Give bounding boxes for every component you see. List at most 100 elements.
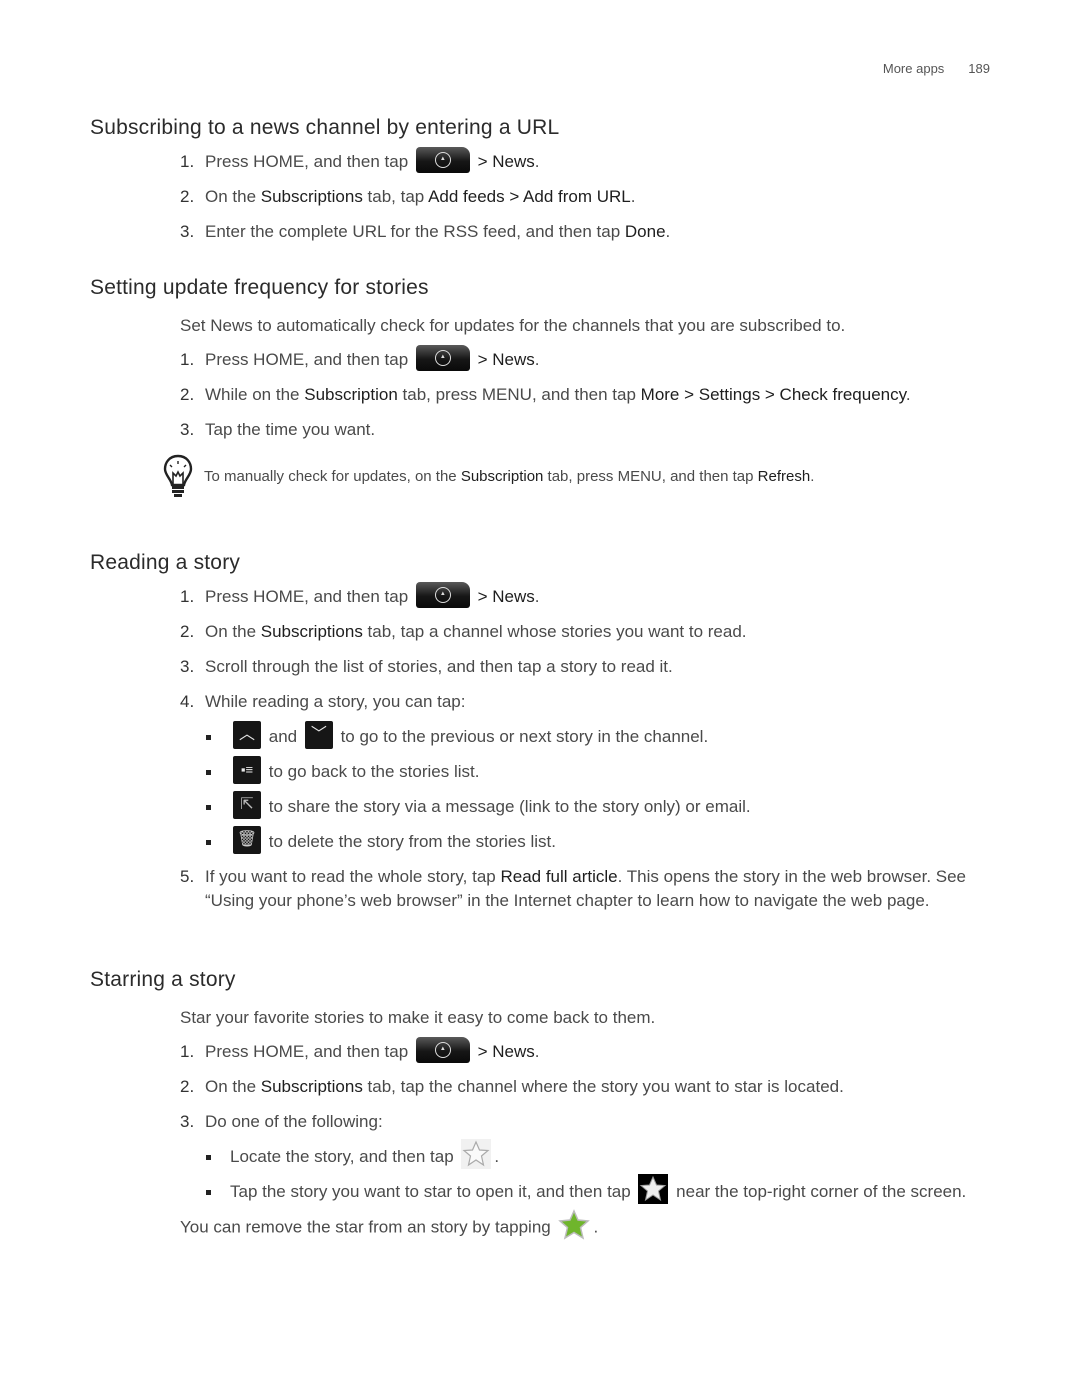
bullet-icon [205, 1180, 230, 1204]
text: . [593, 1217, 599, 1237]
lightbulb-icon [163, 454, 193, 497]
text: 2. [180, 187, 195, 206]
text: If you want to read the whole story, tap [205, 866, 501, 886]
text: . [810, 467, 815, 485]
page-header: More apps 189 [883, 61, 990, 76]
text: More > Settings > Check frequency [640, 385, 906, 404]
all-apps-icon [415, 147, 470, 174]
text: Subscriptions [260, 187, 363, 206]
section-name: More apps [882, 61, 945, 76]
bullet-icon [205, 1145, 230, 1169]
text: Read full article [500, 866, 618, 886]
text: Refresh [757, 467, 811, 485]
step: 1. Press HOME, and then tap > News. [180, 582, 990, 610]
text: 1. [180, 587, 195, 606]
text: to share the story via a message (link t… [268, 796, 751, 816]
list-item: Tap the story you want to star to open i… [205, 1174, 990, 1205]
list-item: 🗑 to delete the story from the stories l… [205, 826, 990, 855]
text: 1. [180, 152, 195, 171]
bullet-icon [205, 760, 230, 784]
text: 2. [180, 1077, 195, 1096]
section-outro: You can remove the star from an story by… [180, 1208, 990, 1241]
step: 2. While on the Subscription tab, press … [180, 383, 990, 408]
text: To manually check for updates, on the [204, 467, 461, 485]
all-apps-icon [415, 582, 470, 609]
list-item: Locate the story, and then tap . [205, 1139, 990, 1170]
text: to go back to the stories list. [268, 761, 480, 781]
text: . [534, 1042, 540, 1061]
step: 5. If you want to read the whole story, … [180, 865, 990, 914]
previous-story-icon: ︿ [233, 721, 261, 750]
list-item: ⇱ to share the story via a message (link… [205, 791, 990, 820]
starred-green-icon [558, 1208, 591, 1240]
step: 1. Press HOME, and then tap > News. [180, 345, 990, 373]
text: On the [205, 187, 261, 206]
text: tab, press MENU, and then tap [397, 385, 641, 404]
step: 2. On the Subscriptions tab, tap the cha… [180, 1075, 990, 1100]
text: 3. [180, 1112, 195, 1131]
step: 3. Tap the time you want. [180, 418, 990, 443]
text: Done [624, 222, 666, 241]
bullet-icon [205, 830, 230, 854]
page-number: 189 [968, 61, 990, 76]
text: Do one of the following: [205, 1112, 383, 1131]
text: 2. [180, 385, 195, 404]
text: 3. [180, 657, 195, 676]
text: . [905, 385, 911, 404]
text: Subscriptions [260, 622, 363, 641]
section-intro: Star your favorite stories to make it ea… [180, 1008, 656, 1027]
text: > News [477, 1042, 535, 1061]
text: On the [205, 622, 261, 641]
next-story-icon: ﹀ [304, 721, 333, 750]
text: > News [477, 587, 535, 606]
section-subscribe-url: Subscribing to a news channel by enterin… [90, 116, 990, 255]
step: 1. Press HOME, and then tap > News. [180, 147, 990, 175]
text: tab, tap a channel whose stories you wan… [362, 622, 747, 641]
text: tab, press MENU, and then tap [543, 467, 758, 485]
step: 3. Scroll through the list of stories, a… [180, 655, 990, 680]
text: On the [205, 1077, 261, 1096]
step: 4. While reading a story, you can tap: [180, 690, 990, 715]
star-icon [638, 1174, 669, 1205]
text: tab, tap [362, 187, 429, 206]
text: and [268, 726, 298, 746]
text: 1. [180, 350, 195, 369]
section-update-frequency: Setting update frequency for stories Set… [90, 276, 990, 499]
tip-note: To manually check for updates, on the Su… [162, 453, 990, 499]
bullet-icon [205, 795, 230, 819]
all-apps-icon [415, 345, 470, 372]
text: 4. [180, 692, 195, 711]
text: > News [477, 152, 535, 171]
text: 3. [180, 222, 195, 241]
delete-icon: 🗑 [233, 826, 261, 855]
text: 2. [180, 622, 195, 641]
section-title: Reading a story [90, 551, 241, 574]
section-title: Starring a story [90, 968, 236, 991]
text: You can remove the star from an story by… [180, 1217, 551, 1237]
bullet-icon [205, 725, 230, 749]
text: Subscription [304, 385, 398, 404]
section-title: Subscribing to a news channel by enterin… [90, 116, 560, 139]
text: . [630, 187, 636, 206]
section-intro: Set News to automatically check for upda… [180, 316, 846, 335]
text: . [534, 587, 540, 606]
text: Press HOME, and then tap [205, 152, 409, 171]
text: tab, tap the channel where the story you… [362, 1077, 844, 1096]
text: . [494, 1146, 500, 1166]
text: Enter the complete URL for the RSS feed,… [205, 222, 625, 241]
step: 1. Press HOME, and then tap > News. [180, 1037, 990, 1065]
text: Press HOME, and then tap [205, 1042, 409, 1061]
text: Subscriptions [260, 1077, 363, 1096]
text: Press HOME, and then tap [205, 587, 409, 606]
text: While on the [205, 385, 305, 404]
star-outline-icon [461, 1139, 492, 1170]
text: 1. [180, 1042, 195, 1061]
section-starring-story: Starring a story Star your favorite stor… [90, 968, 990, 1241]
step: 2. On the Subscriptions tab, tap Add fee… [180, 185, 990, 210]
text: Press HOME, and then tap [205, 350, 409, 369]
text: Tap the time you want. [205, 420, 376, 439]
text: Add feeds > Add from URL [428, 187, 631, 206]
text: Subscription [460, 467, 544, 485]
share-icon: ⇱ [233, 791, 261, 820]
text: . [534, 152, 540, 171]
